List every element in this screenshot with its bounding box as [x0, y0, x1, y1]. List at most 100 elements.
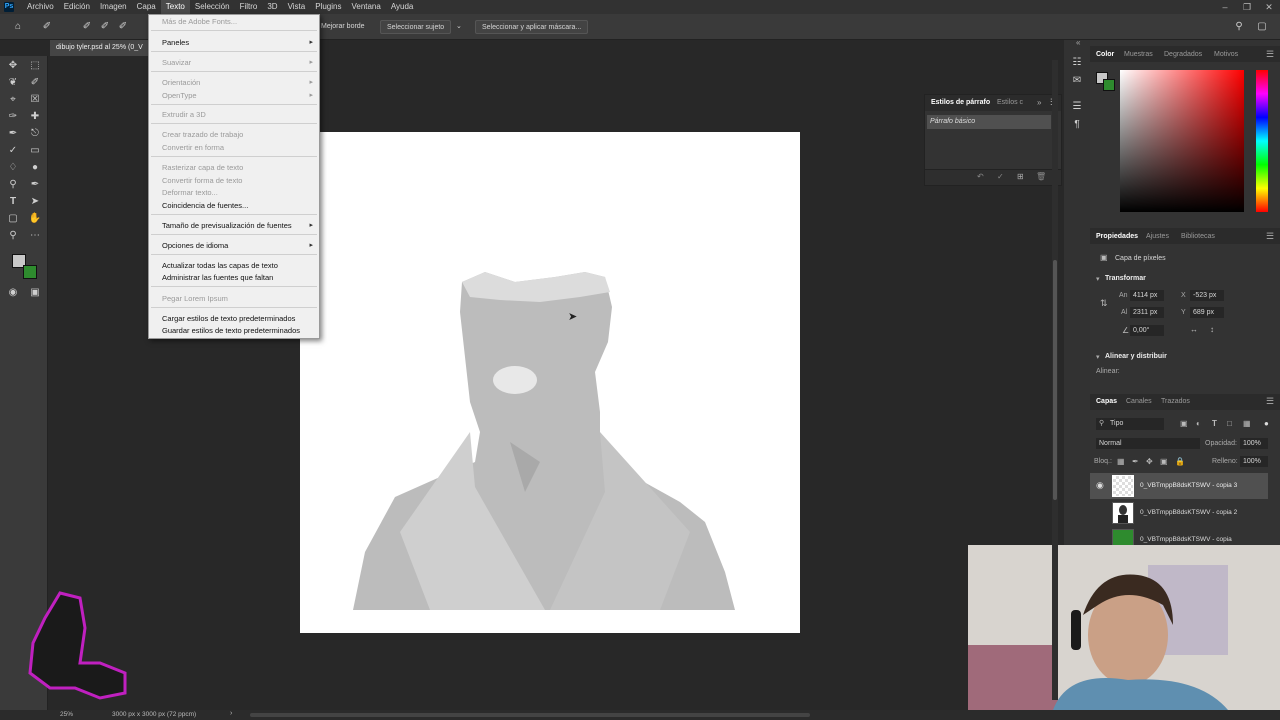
- search-icon[interactable]: ⚲: [1232, 20, 1246, 34]
- color-picker-field[interactable]: [1120, 70, 1244, 212]
- collapse-panels-icon[interactable]: «: [1076, 38, 1080, 47]
- flip-vertical-icon[interactable]: ↕: [1210, 325, 1214, 334]
- tab-properties[interactable]: Propiedades: [1096, 233, 1138, 240]
- properties-menu-icon[interactable]: ☰: [1266, 231, 1274, 242]
- character-panel-icon[interactable]: ☰: [1070, 100, 1084, 114]
- clone-stamp-icon[interactable]: ⎋: [28, 127, 42, 141]
- color-panel-menu-icon[interactable]: ☰: [1266, 49, 1274, 60]
- menu-item-rasterize-text[interactable]: Rasterizar capa de texto: [162, 163, 243, 172]
- style-item-basic-paragraph[interactable]: Párrafo básico: [927, 115, 1051, 129]
- path-selection-icon[interactable]: ➤: [28, 195, 42, 209]
- layer-filter-select[interactable]: Tipo: [1096, 418, 1164, 430]
- menu-seleccion[interactable]: Selección: [190, 0, 235, 14]
- transform-section-title[interactable]: Transformar: [1105, 275, 1146, 282]
- expand-icon[interactable]: »: [1037, 98, 1041, 107]
- healing-brush-icon[interactable]: ✚: [28, 110, 42, 124]
- menu-filtro[interactable]: Filtro: [235, 0, 263, 14]
- flip-horizontal-icon[interactable]: ↔: [1190, 325, 1198, 334]
- color-bg-swatch[interactable]: [1103, 79, 1115, 91]
- close-icon[interactable]: ✕: [1258, 0, 1280, 14]
- new-selection-icon[interactable]: ✐: [80, 20, 94, 34]
- align-section-title[interactable]: Alinear y distribuir: [1105, 353, 1167, 360]
- filter-adjustment-icon[interactable]: ◐: [1196, 419, 1201, 428]
- doc-size-info[interactable]: 3000 px x 3000 px (72 ppcm): [112, 711, 196, 718]
- refine-edge-button[interactable]: Mejorar borde: [315, 20, 371, 34]
- select-and-mask-button[interactable]: Seleccionar y aplicar máscara...: [475, 20, 589, 34]
- menu-item-antialias[interactable]: Suavizar: [162, 58, 191, 67]
- filter-shape-icon[interactable]: □: [1227, 419, 1232, 428]
- restore-icon[interactable]: ❐: [1236, 0, 1258, 14]
- menu-item-panels[interactable]: Paneles: [162, 38, 189, 47]
- menu-3d[interactable]: 3D: [262, 0, 282, 14]
- workspace-icon[interactable]: ▢: [1255, 20, 1269, 34]
- section-arrow-icon[interactable]: ▾: [1096, 353, 1100, 361]
- menu-item-manage-missing-fonts[interactable]: Administrar las fuentes que faltan: [162, 273, 273, 282]
- layer-row[interactable]: 0_VBTmppB8dsKTSWV - copia: [1090, 527, 1268, 545]
- type-tool-icon[interactable]: T: [6, 195, 20, 209]
- history-brush-icon[interactable]: ✓: [6, 144, 20, 158]
- subtract-selection-icon[interactable]: ✐: [116, 20, 130, 34]
- status-expand-icon[interactable]: ›: [230, 710, 232, 717]
- add-selection-icon[interactable]: ✐: [98, 20, 112, 34]
- dodge-tool-icon[interactable]: ⚲: [6, 178, 20, 192]
- menu-archivo[interactable]: Archivo: [22, 0, 59, 14]
- hand-tool-icon[interactable]: ✋: [28, 212, 42, 226]
- document-canvas[interactable]: [300, 132, 800, 633]
- y-input[interactable]: 689 px: [1190, 307, 1224, 318]
- quick-selection-tool-icon[interactable]: ✐: [40, 20, 54, 34]
- lock-all-icon[interactable]: 🔒: [1175, 457, 1185, 466]
- menu-ayuda[interactable]: Ayuda: [386, 0, 419, 14]
- menu-item-warp-text[interactable]: Deformar texto...: [162, 188, 218, 197]
- background-color-swatch[interactable]: [23, 265, 37, 279]
- tab-paragraph-styles[interactable]: Estilos de párrafo: [931, 99, 990, 106]
- tab-swatches[interactable]: Muestras: [1124, 51, 1153, 58]
- paragraph-panel-icon[interactable]: ¶: [1070, 118, 1084, 132]
- tab-libraries[interactable]: Bibliotecas: [1181, 233, 1215, 240]
- menu-item-save-default-styles[interactable]: Guardar estilos de texto predeterminados: [162, 326, 300, 335]
- x-input[interactable]: -523 px: [1190, 290, 1224, 301]
- quick-mask-icon[interactable]: ◉: [6, 286, 20, 300]
- select-subject-button[interactable]: Seleccionar sujeto: [380, 20, 452, 34]
- filter-smart-object-icon[interactable]: ▦: [1243, 419, 1251, 428]
- visibility-eye-icon[interactable]: ◉: [1096, 480, 1104, 491]
- document-tab[interactable]: dibujo tyler.psd al 25% (0_V: [50, 40, 150, 56]
- move-tool-icon[interactable]: ✥: [6, 59, 20, 73]
- menu-item-load-default-styles[interactable]: Cargar estilos de texto predeterminados: [162, 314, 295, 323]
- rectangle-tool-icon[interactable]: ▢: [6, 212, 20, 226]
- hue-slider[interactable]: [1256, 70, 1268, 212]
- photoshop-logo-icon[interactable]: Ps: [4, 2, 14, 12]
- eyedropper-tool-icon[interactable]: ✑: [6, 110, 20, 124]
- section-arrow-icon[interactable]: ▾: [1096, 275, 1100, 283]
- eraser-tool-icon[interactable]: ▭: [28, 144, 42, 158]
- tab-character-styles[interactable]: Estilos c: [997, 99, 1023, 106]
- filter-type-icon[interactable]: T: [1212, 419, 1217, 428]
- menu-item-match-font[interactable]: Coincidencia de fuentes...: [162, 201, 248, 210]
- tab-color[interactable]: Color: [1096, 51, 1114, 58]
- lock-position-icon[interactable]: ✥: [1146, 457, 1153, 466]
- menu-item-convert-text-shape[interactable]: Convertir forma de texto: [162, 176, 242, 185]
- brush-tool-icon[interactable]: ✒: [6, 127, 20, 141]
- menu-plugins[interactable]: Plugins: [310, 0, 346, 14]
- new-style-icon[interactable]: ⊞: [1017, 172, 1024, 181]
- lock-image-icon[interactable]: ✒: [1132, 457, 1139, 466]
- history-panel-icon[interactable]: ☷: [1070, 56, 1084, 70]
- opacity-input[interactable]: 100%: [1240, 438, 1268, 449]
- lock-transparent-icon[interactable]: ▦: [1117, 457, 1125, 466]
- menu-item-create-work-path[interactable]: Crear trazado de trabajo: [162, 130, 243, 139]
- menu-vista[interactable]: Vista: [283, 0, 311, 14]
- select-subject-dropdown-icon[interactable]: ⌄: [450, 20, 468, 34]
- horizontal-scrollbar[interactable]: [250, 713, 810, 717]
- tab-adjustments[interactable]: Ajustes: [1146, 233, 1169, 240]
- menu-capa[interactable]: Capa: [132, 0, 161, 14]
- menu-item-language-options[interactable]: Opciones de idioma: [162, 241, 228, 250]
- menu-item-opentype[interactable]: OpenType: [162, 91, 197, 100]
- fill-input[interactable]: 100%: [1240, 456, 1268, 467]
- menu-ventana[interactable]: Ventana: [346, 0, 385, 14]
- layer-row[interactable]: ◉ 0_VBTmppB8dsKTSWV - copia 3: [1090, 473, 1268, 499]
- width-input[interactable]: 4114 px: [1130, 290, 1164, 301]
- menu-edicion[interactable]: Edición: [59, 0, 95, 14]
- frame-tool-icon[interactable]: ☒: [28, 93, 42, 107]
- filter-pixel-icon[interactable]: ▣: [1180, 419, 1188, 428]
- crop-tool-icon[interactable]: ⌖: [6, 93, 20, 107]
- screen-mode-icon[interactable]: ▣: [28, 286, 42, 300]
